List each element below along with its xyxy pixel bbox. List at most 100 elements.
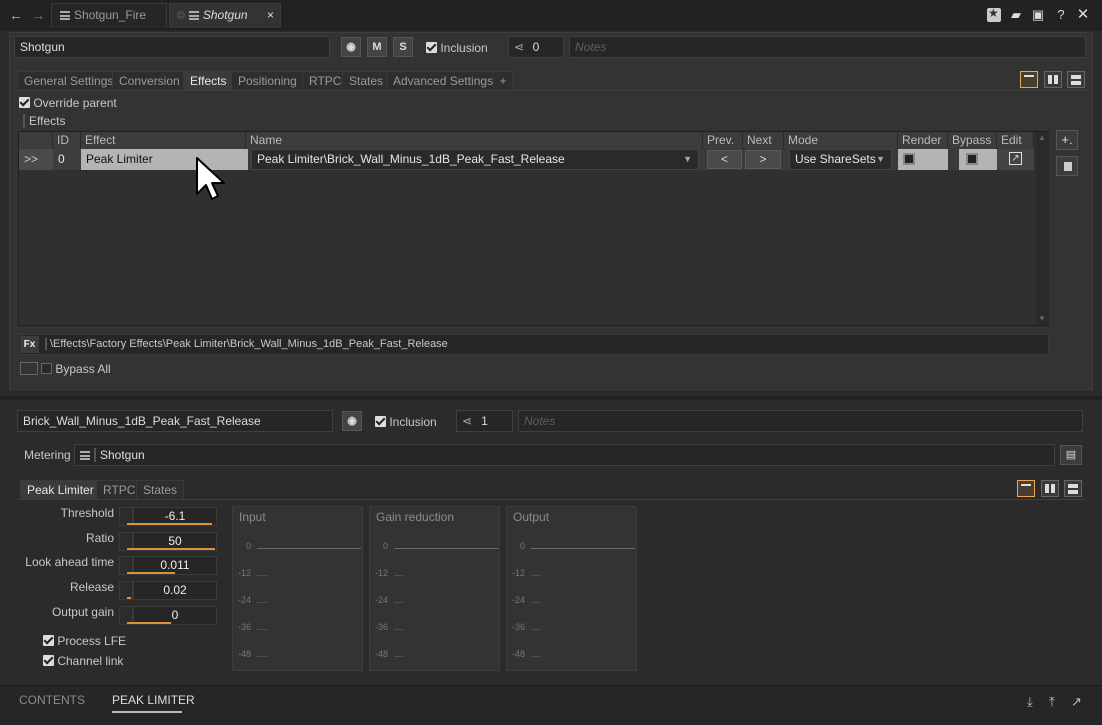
row-name-select[interactable]: Peak Limiter\Brick_Wall_Minus_1dB_Peak_F… bbox=[251, 149, 699, 170]
delete-effect-button[interactable] bbox=[1056, 156, 1078, 176]
help-icon[interactable]: ? bbox=[1053, 7, 1069, 23]
tab-general-settings[interactable]: General Settings bbox=[17, 71, 121, 91]
layout-single-icon[interactable] bbox=[1017, 480, 1035, 497]
grid-header-prev[interactable]: Prev. bbox=[703, 132, 743, 149]
effects-section-label: Effects bbox=[23, 114, 65, 128]
meter-tick-line bbox=[531, 629, 541, 630]
grid-header-bypass[interactable]: Bypass bbox=[948, 132, 997, 149]
doc-tab-shotgun[interactable]: ♲ Shotgun × bbox=[169, 3, 281, 28]
checkbox-checked-icon bbox=[19, 97, 30, 108]
layout-single-icon[interactable] bbox=[1020, 71, 1038, 88]
meter-panel: Gain reduction 0 -12 -24 -36 -48 bbox=[369, 506, 500, 671]
param-value: 0 bbox=[171, 608, 179, 622]
folder-open-icon[interactable]: ▰ bbox=[1008, 7, 1024, 23]
mode-value: Use ShareSets bbox=[795, 152, 876, 166]
meter-tick-line bbox=[531, 575, 541, 576]
layout-rows-icon[interactable] bbox=[1067, 71, 1085, 88]
meter-tick-label: -24 bbox=[512, 595, 526, 605]
effect-inclusion-toggle[interactable]: Inclusion bbox=[375, 415, 437, 429]
grid-header-mode[interactable]: Mode bbox=[784, 132, 898, 149]
effect-share-count-field[interactable]: ⋖ 1 bbox=[456, 410, 513, 432]
tab-advanced-settings[interactable]: Advanced Settings bbox=[386, 71, 501, 91]
metering-target-field[interactable]: Shotgun bbox=[74, 444, 1055, 466]
panel-splitter[interactable] bbox=[0, 396, 1102, 400]
expand-row-button[interactable]: >> bbox=[19, 149, 53, 170]
param-fill-bar bbox=[127, 548, 215, 550]
notes-field[interactable]: Notes bbox=[569, 36, 1086, 58]
close-tab-icon[interactable]: × bbox=[267, 4, 274, 27]
solo-button[interactable]: S bbox=[393, 37, 413, 57]
render-cell bbox=[898, 149, 948, 170]
undock-icon[interactable]: ↗ bbox=[1071, 694, 1082, 710]
open-external-icon[interactable]: ↗ bbox=[1009, 152, 1022, 165]
inclusion-toggle[interactable]: Inclusion bbox=[426, 41, 488, 55]
object-name-field[interactable]: Shotgun bbox=[14, 36, 330, 58]
next-button[interactable]: > bbox=[745, 150, 781, 169]
tab-conversion[interactable]: Conversion bbox=[112, 71, 187, 91]
layout-columns-icon[interactable] bbox=[1041, 480, 1059, 497]
arrow-left-icon[interactable]: ← bbox=[8, 7, 24, 23]
add-tab-button[interactable]: + bbox=[493, 71, 513, 91]
bottom-tab-contents[interactable]: CONTENTS bbox=[19, 693, 85, 707]
arrow-right-icon[interactable]: → bbox=[30, 7, 46, 23]
param-slider[interactable]: 0.02 bbox=[133, 581, 217, 600]
dock-bottom-icon[interactable]: ⤓ bbox=[1027, 694, 1033, 710]
save-icon[interactable]: ▣ bbox=[1030, 7, 1046, 23]
grid-header-next[interactable]: Next bbox=[743, 132, 784, 149]
bypass-all-toggle[interactable]: Bypass All bbox=[20, 362, 111, 376]
override-parent-toggle[interactable]: Override parent bbox=[19, 96, 117, 110]
share-count-field[interactable]: ⋖ 0 bbox=[508, 36, 564, 58]
browse-folder-icon[interactable]: ▤ bbox=[1060, 445, 1082, 465]
param-label: Release bbox=[69, 580, 114, 594]
doc-tab-shotgun-fire[interactable]: Shotgun_Fire bbox=[51, 3, 167, 28]
grid-header-render[interactable]: Render bbox=[898, 132, 948, 149]
effect-notes-field[interactable]: Notes bbox=[518, 410, 1083, 432]
tab-effect-states[interactable]: States bbox=[136, 480, 185, 500]
tab-peak-limiter[interactable]: Peak Limiter bbox=[20, 480, 101, 500]
tab-positioning[interactable]: Positioning bbox=[231, 71, 304, 91]
param-fill-bar bbox=[127, 572, 175, 574]
meter-panel: Input 0 -12 -24 -36 -48 bbox=[232, 506, 363, 671]
param-fill-bar bbox=[127, 523, 212, 525]
title-bar: ← → Shotgun_Fire ♲ Shotgun × ★ ▰ ▣ ? ✕ bbox=[0, 0, 1102, 30]
dock-top-icon[interactable]: ⤒ bbox=[1049, 694, 1055, 710]
color-palette-icon[interactable]: ◉ bbox=[342, 411, 362, 431]
grid-scrollbar[interactable]: ▲ ▼ bbox=[1036, 132, 1049, 325]
prev-button[interactable]: < bbox=[707, 150, 742, 169]
tab-divider bbox=[17, 90, 1087, 91]
mode-select[interactable]: Use ShareSets ▼ bbox=[789, 149, 892, 170]
grid-header-effect[interactable]: Effect bbox=[81, 132, 246, 149]
close-window-icon[interactable]: ✕ bbox=[1075, 7, 1091, 23]
param-value: 0.02 bbox=[163, 583, 187, 597]
grid-header-id[interactable]: ID bbox=[53, 132, 81, 149]
metering-label: Metering bbox=[24, 448, 71, 462]
param-label: Output gain bbox=[51, 605, 114, 619]
add-effect-button[interactable]: +. bbox=[1056, 130, 1078, 150]
grid-header-name[interactable]: Name bbox=[246, 132, 703, 149]
fx-icon: Fx bbox=[20, 336, 39, 353]
color-palette-icon[interactable]: ◉ bbox=[341, 37, 361, 57]
row-name: Peak Limiter\Brick_Wall_Minus_1dB_Peak_F… bbox=[257, 152, 565, 166]
hamburger-icon bbox=[80, 451, 90, 461]
channel-link-label: Channel link bbox=[57, 654, 124, 668]
tab-states[interactable]: States bbox=[342, 71, 391, 91]
render-checkbox[interactable] bbox=[903, 153, 915, 165]
scroll-up-icon[interactable]: ▲ bbox=[1038, 133, 1046, 142]
mute-button[interactable]: M bbox=[367, 37, 387, 57]
meter-tick-label: -24 bbox=[238, 595, 252, 605]
layout-columns-icon[interactable] bbox=[1044, 71, 1062, 88]
process-lfe-toggle[interactable]: Process LFE bbox=[43, 634, 126, 648]
scroll-down-icon[interactable]: ▼ bbox=[1038, 314, 1046, 323]
grid-header-edit[interactable]: Edit bbox=[997, 132, 1034, 149]
channel-link-toggle[interactable]: Channel link bbox=[43, 654, 123, 668]
effect-name-field[interactable]: Brick_Wall_Minus_1dB_Peak_Fast_Release bbox=[17, 410, 333, 432]
meter-tick-label: 0 bbox=[520, 541, 526, 551]
tab-effects[interactable]: Effects bbox=[183, 71, 234, 91]
meter-tick-line bbox=[257, 656, 267, 657]
param-label: Ratio bbox=[85, 531, 114, 545]
layout-rows-icon[interactable] bbox=[1064, 480, 1082, 497]
star-icon[interactable]: ★ bbox=[987, 6, 1001, 22]
effects-grid: ID Effect Name Prev. Next Mode Render By… bbox=[18, 131, 1049, 326]
bottom-tab-peak-limiter[interactable]: PEAK LIMITER bbox=[112, 693, 195, 707]
bypass-checkbox[interactable] bbox=[966, 153, 978, 165]
